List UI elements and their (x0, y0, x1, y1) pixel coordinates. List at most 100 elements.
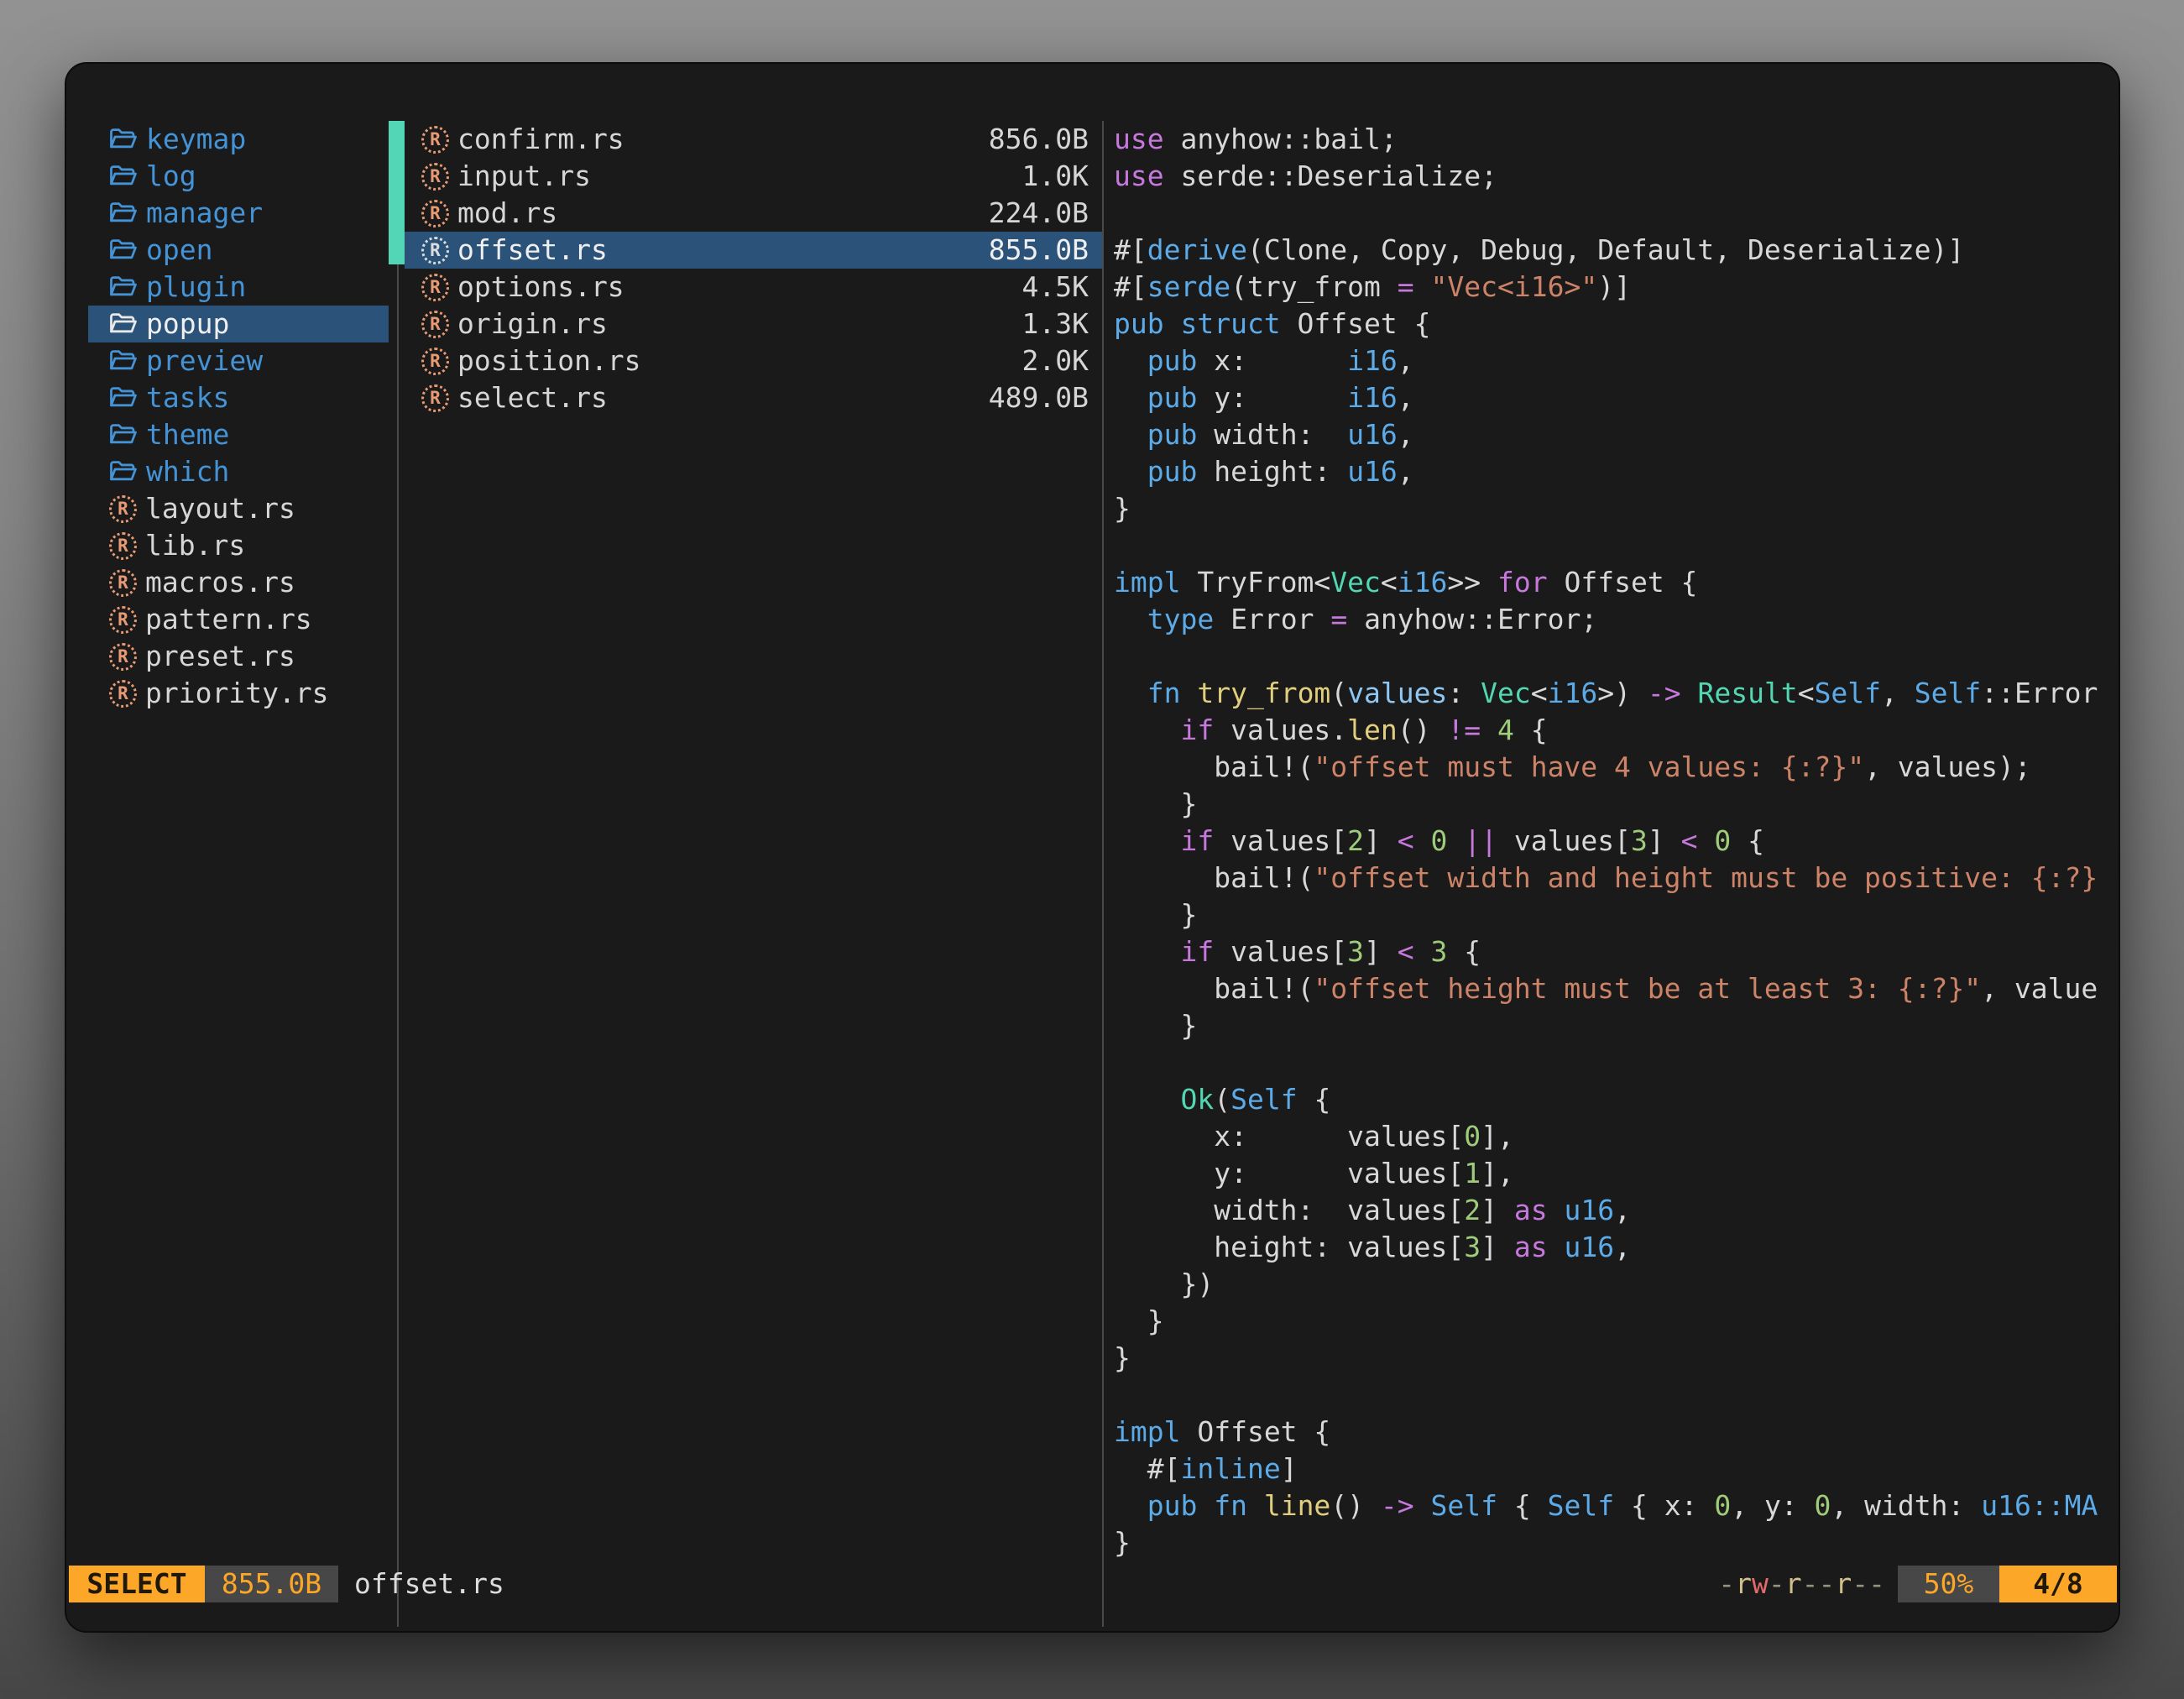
code-line: #[serde(try_from = "Vec<i16>")] (1114, 269, 2112, 306)
code-token: if (1180, 714, 1230, 746)
code-token: bail!( (1114, 861, 1314, 894)
file-name: mod.rs (457, 195, 557, 232)
code-token (1114, 935, 1180, 968)
code-line: impl TryFrom<Vec<i16>> for Offset { (1114, 564, 2112, 601)
file-size-badge: 855.0B (205, 1566, 338, 1602)
code-token: as (1514, 1194, 1565, 1226)
code-token: { (1514, 714, 1548, 746)
sidebar-dir-tasks[interactable]: tasks (88, 379, 389, 416)
code-line: pub y: i16, (1114, 379, 2112, 416)
code-token: 1 (1464, 1157, 1481, 1189)
code-token: pub (1147, 381, 1214, 414)
code-token: , (1881, 677, 1915, 709)
entry-label: open (146, 232, 212, 269)
list-scrollbar-thumb[interactable] (389, 121, 405, 264)
code-token: impl (1114, 1415, 1197, 1448)
code-token: : (1447, 677, 1481, 709)
code-line: pub height: u16, (1114, 453, 2112, 490)
code-token: ] (1648, 824, 1681, 857)
file-row-position-rs[interactable]: Rposition.rs2.0K (405, 342, 1102, 379)
code-line: bail!("offset width and height must be p… (1114, 860, 2112, 897)
sidebar-file-lib-rs[interactable]: Rlib.rs (88, 527, 389, 564)
file-name: select.rs (457, 379, 608, 416)
code-token: serde (1147, 270, 1230, 303)
folder-open-icon (109, 201, 138, 226)
file-row-input-rs[interactable]: Rinput.rs1.0K (405, 158, 1102, 195)
code-token: Result (1697, 677, 1797, 709)
file-row-offset-rs[interactable]: Roffset.rs855.0B (405, 232, 1102, 269)
code-token: inline (1180, 1452, 1280, 1485)
desktop-background: keymaplogmanageropenpluginpopuppreviewta… (0, 0, 2184, 1699)
code-token: ], (1481, 1157, 1514, 1189)
code-token: ] (1364, 935, 1398, 968)
file-row-origin-rs[interactable]: Rorigin.rs1.3K (405, 306, 1102, 342)
sidebar-dir-plugin[interactable]: plugin (88, 269, 389, 306)
sidebar-dir-popup[interactable]: popup (88, 306, 389, 342)
code-line (1114, 638, 2112, 675)
entry-label: tasks (146, 379, 229, 416)
file-row-select-rs[interactable]: Rselect.rs489.0B (405, 379, 1102, 416)
list-percent-badge: 50% (1898, 1566, 1999, 1602)
sidebar-dir-theme[interactable]: theme (88, 416, 389, 453)
sidebar-dir-keymap[interactable]: keymap (88, 121, 389, 158)
file-row-mod-rs[interactable]: Rmod.rs224.0B (405, 195, 1102, 232)
code-token (1114, 344, 1147, 377)
code-token: Self (1230, 1083, 1297, 1116)
permission-char: -- (1852, 1566, 1885, 1602)
code-token: 3 (1631, 824, 1648, 857)
rust-file-icon: R (109, 532, 137, 560)
sidebar-dir-manager[interactable]: manager (88, 195, 389, 232)
file-row-options-rs[interactable]: Roptions.rs4.5K (405, 269, 1102, 306)
folder-open-icon (109, 348, 138, 374)
status-bar: SELECT 855.0B offset.rs -rw-r--r-- 50% 4… (66, 1566, 2120, 1602)
file-permissions: -rw-r--r-- (1712, 1566, 1885, 1602)
file-name: options.rs (457, 269, 624, 306)
code-line: } (1114, 490, 2112, 527)
sidebar-file-priority-rs[interactable]: Rpriority.rs (88, 675, 389, 712)
folder-open-icon (109, 459, 138, 484)
code-token: , (1614, 1231, 1631, 1263)
sidebar-dir-log[interactable]: log (88, 158, 389, 195)
code-token: u16::MA (1981, 1489, 2098, 1522)
rust-file-icon: R (109, 606, 137, 634)
code-line: } (1114, 1303, 2112, 1340)
entry-label: priority.rs (145, 675, 329, 712)
folder-open-icon (109, 274, 138, 300)
entry-label: log (146, 158, 196, 195)
code-line: } (1114, 1524, 2112, 1561)
sidebar-dir-which[interactable]: which (88, 453, 389, 490)
file-row-confirm-rs[interactable]: Rconfirm.rs856.0B (405, 121, 1102, 158)
code-token: -> (1381, 1489, 1431, 1522)
code-token: Self (1548, 1489, 1614, 1522)
permission-char: - (1718, 1566, 1735, 1602)
code-token: 3 (1464, 1231, 1481, 1263)
code-preview-panel[interactable]: use anyhow::bail;use serde::Deserialize;… (1114, 121, 2112, 1623)
sidebar-dir-preview[interactable]: preview (88, 342, 389, 379)
code-line: impl Offset { (1114, 1414, 2112, 1451)
code-token: i16 (1347, 381, 1398, 414)
code-token: , (1398, 381, 1414, 414)
code-token: != (1447, 714, 1497, 746)
code-token: pub struct (1114, 307, 1298, 340)
rust-file-icon: R (109, 680, 137, 708)
code-token (1114, 603, 1147, 635)
code-token: "offset must have 4 values: {:?}" (1314, 750, 1864, 783)
sidebar-file-layout-rs[interactable]: Rlayout.rs (88, 490, 389, 527)
sidebar-file-macros-rs[interactable]: Rmacros.rs (88, 564, 389, 601)
code-line: height: values[3] as u16, (1114, 1229, 2112, 1266)
sidebar-dir-open[interactable]: open (88, 232, 389, 269)
file-size: 1.3K (1022, 306, 1089, 342)
sidebar-file-pattern-rs[interactable]: Rpattern.rs (88, 601, 389, 638)
sidebar-file-preset-rs[interactable]: Rpreset.rs (88, 638, 389, 675)
code-line: pub x: i16, (1114, 342, 2112, 379)
code-line: if values.len() != 4 { (1114, 712, 2112, 749)
entry-label: preset.rs (145, 638, 295, 675)
code-token (1114, 418, 1147, 451)
code-token: Offset { (1564, 566, 1697, 599)
code-token: values[ (1514, 824, 1631, 857)
entry-label: macros.rs (145, 564, 295, 601)
code-line: bail!("offset height must be at least 3:… (1114, 970, 2112, 1007)
code-token (1447, 824, 1464, 857)
code-token: u16 (1347, 455, 1398, 488)
code-token: 2 (1464, 1194, 1481, 1226)
